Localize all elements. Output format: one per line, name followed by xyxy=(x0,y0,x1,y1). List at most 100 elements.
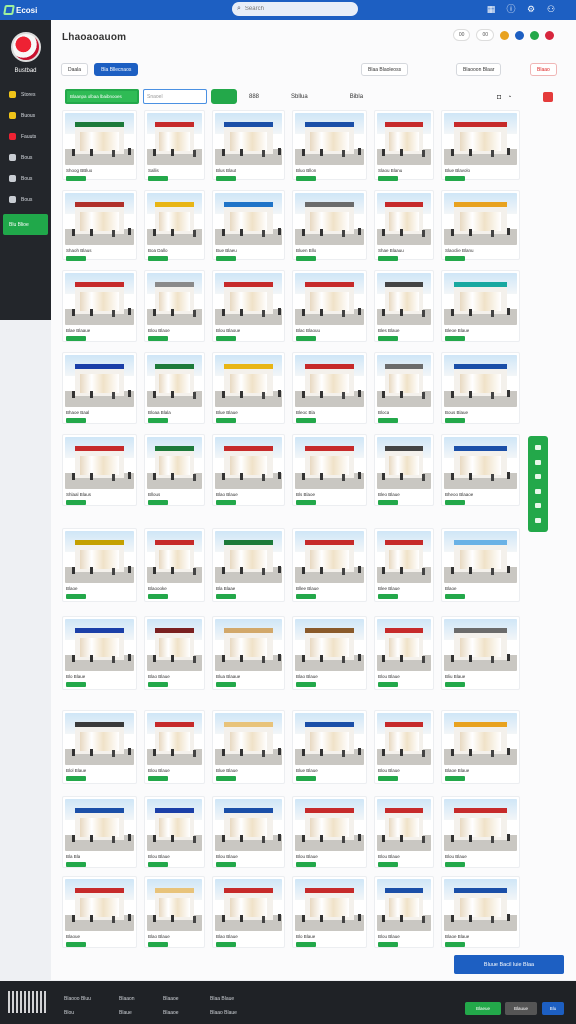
sidebar-item-5[interactable]: Bous xyxy=(0,168,51,189)
product-card[interactable]: Bls Blaoe xyxy=(292,434,367,506)
user-icon[interactable]: ⚇ xyxy=(546,4,556,14)
tool-icon-6[interactable] xyxy=(535,517,541,523)
product-card[interactable]: Shae Blaauu xyxy=(374,190,434,261)
footer-link[interactable]: Blaaoe xyxy=(163,1006,179,1020)
header-pill-1[interactable]: 00 xyxy=(452,29,471,41)
store-thumbnail[interactable] xyxy=(65,273,134,325)
sidebar-active-button[interactable]: Blu Blioe xyxy=(3,214,48,235)
store-thumbnail[interactable] xyxy=(295,879,364,931)
store-thumbnail[interactable] xyxy=(147,273,202,325)
footer-link[interactable]: Blou xyxy=(64,1006,91,1020)
tab-1[interactable]: 888 xyxy=(249,94,259,100)
footer-button-3[interactable]: Blu xyxy=(542,1002,564,1015)
product-card[interactable]: Bllee Blaue xyxy=(292,528,367,602)
store-thumbnail[interactable] xyxy=(147,713,202,765)
product-card[interactable]: Blao Blaue xyxy=(144,876,205,948)
product-card[interactable]: Blao Blaue xyxy=(292,616,367,690)
store-thumbnail[interactable] xyxy=(444,531,517,583)
product-card[interactable]: Shlaal Blaus xyxy=(62,434,137,506)
filter-dropdown[interactable]: Blaooon Blaar xyxy=(456,63,502,76)
product-card[interactable]: Blae Blaaue xyxy=(62,270,137,342)
settings-icon[interactable]: ⚙ xyxy=(526,4,536,14)
product-card[interactable]: Blus Blaut xyxy=(212,110,285,181)
store-thumbnail[interactable] xyxy=(65,355,134,407)
footer-link[interactable]: Blaa Blaue xyxy=(210,992,237,1006)
store-thumbnail[interactable] xyxy=(215,799,282,851)
product-card[interactable]: Blo Blaue xyxy=(292,876,367,948)
tool-icon-3[interactable] xyxy=(535,474,541,480)
store-thumbnail[interactable] xyxy=(377,879,431,931)
filter-button[interactable]: Daala xyxy=(61,63,89,76)
store-thumbnail[interactable] xyxy=(215,437,282,489)
product-card[interactable]: Blou Blaue xyxy=(292,796,367,868)
store-thumbnail[interactable] xyxy=(65,713,134,765)
tool-icon-2[interactable] xyxy=(535,459,541,465)
clear-button[interactable]: Blaao xyxy=(530,63,557,76)
refresh-icon[interactable]: ◔ xyxy=(507,94,511,101)
store-thumbnail[interactable] xyxy=(444,193,517,245)
product-card[interactable]: Bloaa Blala xyxy=(144,352,205,424)
product-card[interactable]: Slaoclie Blanu xyxy=(441,190,520,261)
product-card[interactable]: Blao Blaue xyxy=(212,876,285,948)
product-card[interactable]: Blou Blaoue xyxy=(212,270,285,342)
product-card[interactable]: Blue Blaue xyxy=(212,352,285,424)
store-thumbnail[interactable] xyxy=(295,619,364,671)
product-card[interactable]: Shoog BBluo xyxy=(62,110,137,181)
footer-link[interactable]: Blaaoe xyxy=(163,992,179,1006)
cta-button[interactable]: Bluue Bacil luie Blaa xyxy=(454,955,564,974)
alert-icon[interactable] xyxy=(543,92,553,102)
product-card[interactable]: Blou Blaue xyxy=(374,876,434,948)
product-card[interactable]: Boa Dallo xyxy=(144,190,205,261)
sidebar-item-4[interactable]: Bous xyxy=(0,147,51,168)
product-card[interactable]: Bloca xyxy=(374,352,434,424)
store-thumbnail[interactable] xyxy=(65,619,134,671)
app-logo[interactable]: Ecosi xyxy=(3,5,37,15)
product-card[interactable]: Shaoh Blaus xyxy=(62,190,137,261)
product-card[interactable]: Blaoe xyxy=(441,528,520,602)
product-card[interactable]: Bliu Blaue xyxy=(441,616,520,690)
product-card[interactable]: Blaoue xyxy=(62,876,137,948)
store-thumbnail[interactable] xyxy=(377,713,431,765)
store-thumbnail[interactable] xyxy=(295,273,364,325)
product-card[interactable]: Blaoe Blaue xyxy=(441,710,520,784)
product-card[interactable]: Blol Blaue xyxy=(62,710,137,784)
product-card[interactable]: Blou Blaue xyxy=(144,710,205,784)
sort-button[interactable]: Blaa Blaoleoss xyxy=(361,63,409,76)
store-thumbnail[interactable] xyxy=(147,531,202,583)
store-thumbnail[interactable] xyxy=(215,619,282,671)
primary-button[interactable]: Bla Bllecnaos xyxy=(94,63,139,76)
footer-link[interactable]: Blaue xyxy=(119,1006,135,1020)
sidebar-item-3[interactable]: Fauuts xyxy=(0,126,51,147)
product-card[interactable]: Bue Blaeu xyxy=(212,190,285,261)
sidebar-item-2[interactable]: Buous xyxy=(0,105,51,126)
store-thumbnail[interactable] xyxy=(295,355,364,407)
product-card[interactable]: Blou Blaue xyxy=(144,796,205,868)
store-thumbnail[interactable] xyxy=(377,193,431,245)
product-card[interactable]: Blaoe Blaue xyxy=(441,876,520,948)
avatar[interactable] xyxy=(10,32,41,62)
status-dot-red[interactable] xyxy=(545,30,554,40)
product-card[interactable]: Blou Blaue xyxy=(374,710,434,784)
store-thumbnail[interactable] xyxy=(377,619,431,671)
product-card[interactable]: Blue Blaue xyxy=(212,710,285,784)
store-thumbnail[interactable] xyxy=(295,531,364,583)
store-thumbnail[interactable] xyxy=(295,113,364,165)
product-card[interactable]: Sallis xyxy=(144,110,205,181)
footer-button-2[interactable]: Blauue xyxy=(505,1002,537,1015)
category-select[interactable]: Blaanpa olbaa lbaibnooes xyxy=(65,89,139,104)
store-thumbnail[interactable] xyxy=(147,355,202,407)
store-thumbnail[interactable] xyxy=(147,113,202,165)
store-thumbnail[interactable] xyxy=(295,799,364,851)
store-thumbnail[interactable] xyxy=(65,113,134,165)
search-input[interactable] xyxy=(244,6,335,12)
store-thumbnail[interactable] xyxy=(147,193,202,245)
product-card[interactable]: Bleoe Blaue xyxy=(441,270,520,342)
header-pill-2[interactable]: 00 xyxy=(476,29,494,41)
product-card[interactable]: Blou Blaue xyxy=(212,796,285,868)
store-thumbnail[interactable] xyxy=(215,355,282,407)
product-card[interactable]: Blua Blaaue xyxy=(212,616,285,690)
store-thumbnail[interactable] xyxy=(147,799,202,851)
footer-button-1[interactable]: Blaeue xyxy=(465,1002,501,1015)
store-thumbnail[interactable] xyxy=(377,437,431,489)
camera-icon[interactable]: ◘ xyxy=(497,94,501,101)
